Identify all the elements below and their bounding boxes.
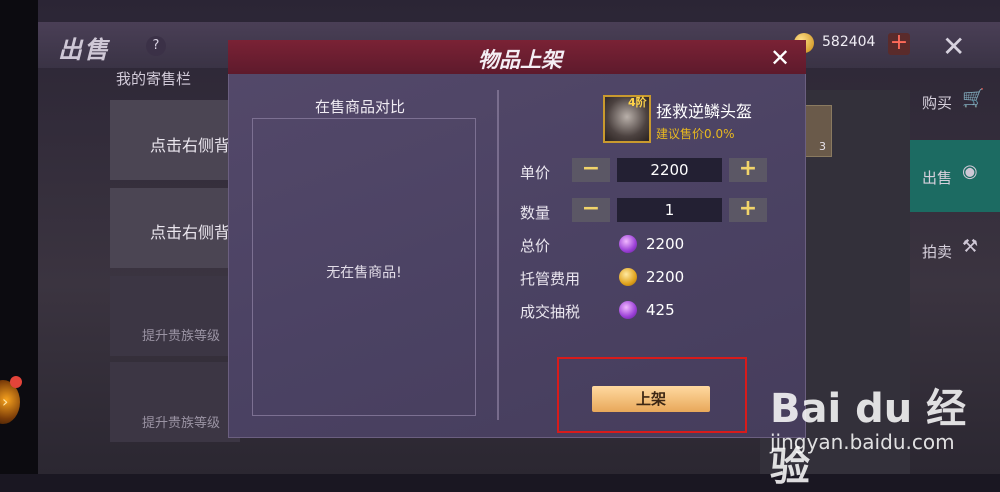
quantity-label: 数量 [520, 204, 551, 222]
total-price-value: 2200 [646, 235, 685, 253]
add-gold-button[interactable]: + [888, 32, 910, 55]
chevron-right-icon[interactable]: › [2, 392, 8, 411]
cart-icon: 🛒 [962, 88, 985, 109]
stall-slot-text: 提升贵族等级 [142, 329, 221, 344]
sell-icon: ◉ [962, 161, 978, 182]
notification-dot [10, 376, 22, 388]
dialog-title: 物品上架 [478, 48, 562, 72]
unit-price-decrease-button[interactable]: − [572, 158, 610, 182]
purple-crystal-icon [619, 235, 637, 253]
compare-title: 在售商品对比 [314, 98, 405, 116]
purple-crystal-icon [619, 301, 637, 319]
empty-message: 无在售商品! [326, 265, 402, 281]
close-icon[interactable]: ✕ [942, 30, 965, 63]
stall-slot-text: 提升贵族等级 [142, 416, 221, 431]
unit-price-increase-button[interactable]: + [729, 158, 767, 182]
custody-fee-value: 2200 [646, 268, 685, 286]
tab-buy-label: 购买 [922, 94, 953, 112]
unit-price-label: 单价 [520, 164, 551, 182]
hammer-icon: ⚒ [962, 236, 979, 257]
tab-sell-label: 出售 [922, 169, 953, 187]
suggested-price: 建议售价0.0% [656, 127, 735, 141]
divider [497, 90, 499, 420]
quantity-input[interactable]: 1 [617, 198, 722, 222]
stall-slot-text: 点击右侧背 [150, 223, 231, 242]
stall-title: 我的寄售栏 [116, 70, 192, 88]
item-tier-badge: 4阶 [628, 96, 647, 109]
tab-auction-label: 拍卖 [922, 243, 953, 261]
gold-coin-icon [619, 268, 637, 286]
tax-value: 425 [646, 301, 675, 319]
bag-item-count: 3 [819, 140, 826, 153]
page-title: 出售 [58, 36, 110, 64]
gold-amount: 582404 [822, 34, 876, 50]
item-name: 拯救逆鳞头盔 [656, 102, 753, 121]
help-icon[interactable]: ? [146, 36, 166, 56]
close-icon[interactable]: ✕ [770, 44, 790, 72]
unit-price-input[interactable]: 2200 [617, 158, 722, 182]
stall-slot-text: 点击右侧背 [150, 136, 231, 155]
tax-label: 成交抽税 [520, 303, 581, 321]
watermark-url: jingyan.baidu.com [770, 430, 955, 454]
list-item-button[interactable]: 上架 [592, 386, 710, 412]
total-price-label: 总价 [520, 237, 551, 255]
quantity-increase-button[interactable]: + [729, 198, 767, 222]
stall-slot-locked[interactable] [110, 276, 240, 356]
custody-fee-label: 托管费用 [520, 270, 581, 288]
quantity-decrease-button[interactable]: − [572, 198, 610, 222]
